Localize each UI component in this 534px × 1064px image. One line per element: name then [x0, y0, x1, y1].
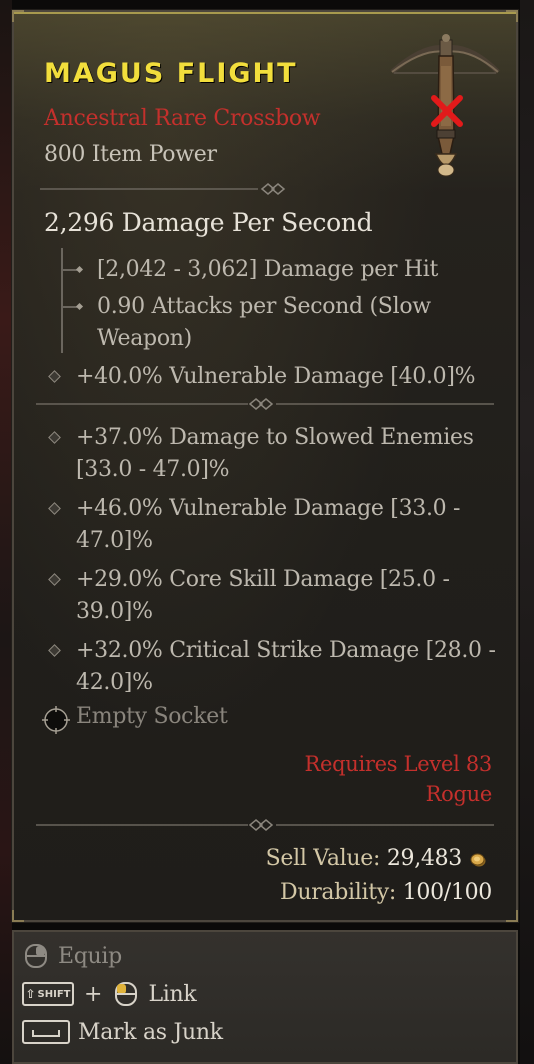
damage-per-second: 2,296 Damage Per Second: [44, 208, 373, 237]
affix-bullet-icon: [48, 370, 61, 383]
durability: Durability: 100/100: [280, 880, 492, 905]
frame-corner: [506, 10, 518, 22]
level-requirement: Requires Level 83: [304, 752, 492, 776]
item-power: 800 Item Power: [44, 142, 217, 167]
item-tooltip-screen: MAGUS FLIGHT Ancestral Rare Crossbow 800…: [0, 0, 534, 1064]
attack-speed-line-2: Weapon): [97, 326, 192, 351]
sell-value-amount: 29,483: [386, 846, 462, 871]
affix-2-line-2: 47.0]%: [76, 528, 153, 553]
section-divider: [36, 819, 494, 831]
stat-tree-branch: [61, 306, 77, 308]
item-name: MAGUS FLIGHT: [44, 58, 298, 89]
affix-bullet-icon: [48, 644, 61, 657]
mark-junk-action[interactable]: Mark as Junk: [22, 1016, 223, 1048]
attack-speed-line-1: 0.90 Attacks per Second (Slow: [97, 294, 431, 319]
stat-tree-dot: [75, 265, 84, 274]
stat-tree-line: [61, 248, 63, 353]
affix-1-line-1: +37.0% Damage to Slowed Enemies: [76, 425, 474, 450]
sell-value-label: Sell Value:: [265, 846, 381, 871]
durability-label: Durability:: [279, 880, 396, 905]
section-divider: [40, 183, 286, 195]
affix-1-line-2: [33.0 - 47.0]%: [76, 457, 230, 482]
item-tooltip: MAGUS FLIGHT Ancestral Rare Crossbow 800…: [11, 9, 519, 923]
affix-bullet-icon: [48, 502, 61, 515]
affix-2-line-1: +46.0% Vulnerable Damage [33.0 -: [76, 496, 461, 521]
empty-socket-icon: [42, 706, 70, 734]
stat-tree-branch: [61, 269, 77, 271]
affix-3-line-1: +29.0% Core Skill Damage [25.0 -: [76, 567, 450, 592]
plus-sign: +: [84, 981, 103, 1007]
sell-value: Sell Value: 29,483: [265, 846, 463, 871]
frame-corner: [506, 910, 518, 922]
shift-key-icon: ⇧ SHIFT: [22, 982, 74, 1006]
link-label: Link: [148, 981, 197, 1007]
damage-per-hit: [2,042 - 3,062] Damage per Hit: [97, 257, 439, 282]
equip-label: Equip: [58, 943, 122, 969]
frame-corner: [12, 10, 24, 22]
background-scene-right: [520, 0, 534, 1064]
durability-value: 100/100: [402, 880, 493, 905]
shift-key-label: SHIFT: [37, 988, 71, 1000]
affix-4-line-1: +32.0% Critical Strike Damage [28.0 -: [76, 638, 496, 663]
mark-junk-label: Mark as Junk: [78, 1019, 223, 1045]
item-type: Ancestral Rare Crossbow: [44, 106, 321, 131]
affix-bullet-icon: [48, 431, 61, 444]
item-actions-panel: Equip ⇧ SHIFT + Link Mark as Junk: [12, 930, 518, 1064]
background-scene-left: [0, 0, 12, 1064]
crossbow-icon: [390, 34, 500, 177]
stat-tree-dot: [75, 302, 84, 311]
gold-coin-icon: [470, 853, 486, 867]
spacebar-key-icon: [22, 1020, 70, 1044]
class-requirement: Rogue: [425, 782, 493, 806]
affix-bullet-icon: [48, 573, 61, 586]
mouse-right-click-icon: [25, 944, 47, 968]
empty-socket-label: Empty Socket: [76, 704, 228, 729]
mouse-left-click-icon: [115, 982, 138, 1006]
equip-action[interactable]: Equip: [22, 940, 122, 972]
frame-corner: [12, 910, 24, 922]
affix-4-line-2: 42.0]%: [76, 670, 153, 695]
affix-3-line-2: 39.0]%: [76, 599, 153, 624]
implicit-affix: +40.0% Vulnerable Damage [40.0]%: [76, 364, 476, 389]
section-divider: [36, 398, 494, 410]
link-action[interactable]: ⇧ SHIFT + Link: [22, 978, 197, 1010]
